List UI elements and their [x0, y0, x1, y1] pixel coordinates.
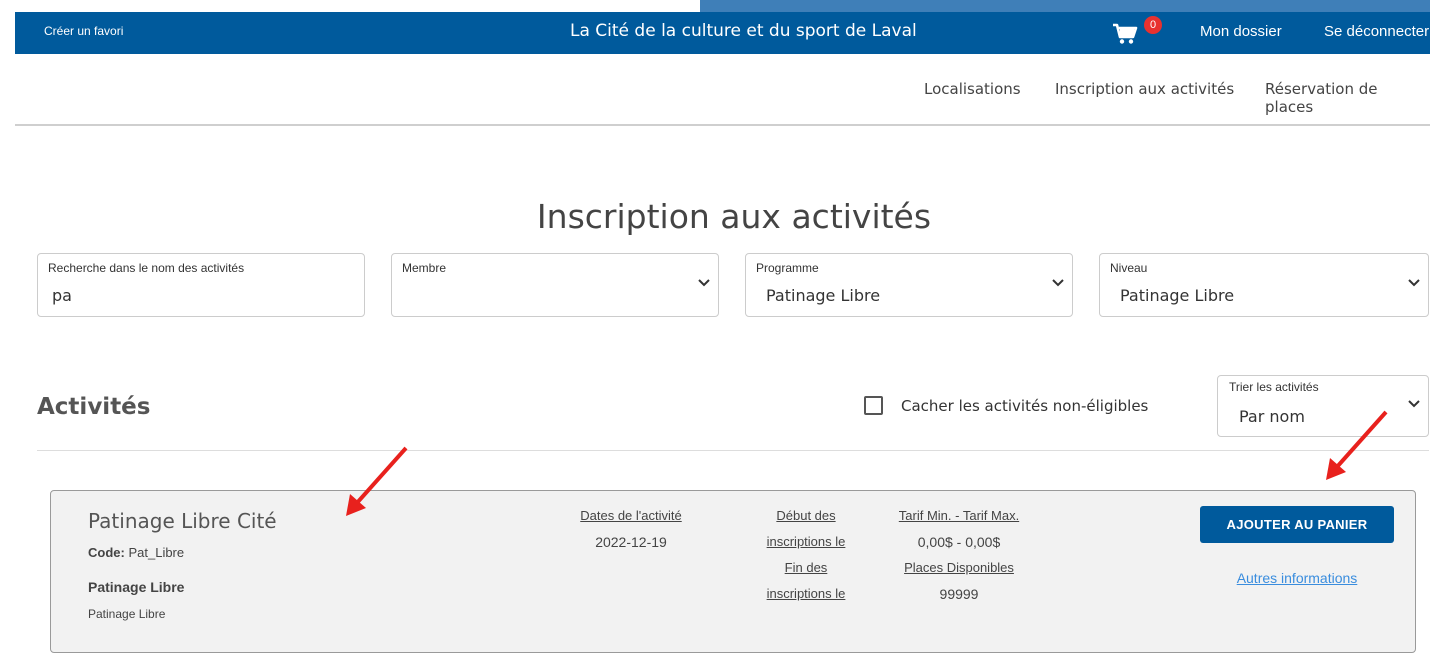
hide-ineligible-checkbox[interactable]: [864, 396, 883, 415]
registration-start-label-1: Début des: [776, 508, 836, 523]
level-select[interactable]: Niveau Patinage Libre: [1099, 253, 1429, 317]
sort-value: Par nom: [1239, 407, 1305, 426]
chevron-down-icon: [1052, 279, 1064, 287]
registration-start-label-2: inscriptions le: [766, 534, 846, 549]
registration-end-label-2: inscriptions le: [766, 586, 846, 601]
nav-item-locations[interactable]: Localisations: [924, 80, 1021, 98]
cart-icon: [1113, 23, 1138, 44]
registration-period-column: Début des inscriptions le Fin des inscri…: [741, 503, 871, 607]
price-column: Tarif Min. - Tarif Max. 0,00$ - 0,00$ Pl…: [879, 503, 1039, 607]
sort-select[interactable]: Trier les activités Par nom: [1217, 375, 1429, 437]
activity-code-label: Code:: [88, 545, 125, 560]
cart-count-badge: 0: [1144, 16, 1162, 34]
nav-item-activity-registration[interactable]: Inscription aux activités: [1055, 80, 1234, 98]
program-value: Patinage Libre: [766, 286, 881, 305]
price-value: 0,00$ - 0,00$: [917, 534, 1001, 550]
activity-dates-column: Dates de l'activité 2022-12-19: [551, 503, 711, 555]
activity-level: Patinage Libre: [88, 607, 166, 621]
member-label: Membre: [402, 261, 447, 275]
create-favorite-link[interactable]: Créer un favori: [44, 24, 123, 38]
more-info-link[interactable]: Autres informations: [1200, 570, 1394, 586]
program-select[interactable]: Programme Patinage Libre: [745, 253, 1073, 317]
top-bar: Créer un favori La Cité de la culture et…: [15, 12, 1430, 54]
activities-divider: [37, 450, 1429, 451]
chevron-down-icon: [1408, 279, 1420, 287]
price-label: Tarif Min. - Tarif Max.: [898, 508, 1020, 523]
search-input[interactable]: Recherche dans le nom des activités pa: [37, 253, 365, 317]
sort-label: Trier les activités: [1229, 380, 1319, 394]
places-value: 99999: [939, 586, 979, 602]
search-value[interactable]: pa: [52, 286, 72, 305]
activity-program: Patinage Libre: [88, 579, 185, 595]
add-to-cart-button[interactable]: AJOUTER AU PANIER: [1200, 506, 1394, 543]
page-title: Inscription aux activités: [536, 197, 932, 236]
program-label: Programme: [756, 261, 819, 275]
my-file-link[interactable]: Mon dossier: [1200, 23, 1282, 40]
header-divider: [15, 124, 1430, 126]
chevron-down-icon: [1408, 400, 1420, 408]
activity-dates-value: 2022-12-19: [595, 534, 667, 550]
member-select[interactable]: Membre: [391, 253, 719, 317]
site-title: La Cité de la culture et du sport de Lav…: [570, 21, 917, 41]
level-value: Patinage Libre: [1120, 286, 1235, 305]
hide-ineligible-label[interactable]: Cacher les activités non-éligibles: [901, 397, 1148, 415]
top-accent-strip: [700, 0, 1430, 12]
activity-name: Patinage Libre Cité: [88, 509, 277, 533]
activity-card: Patinage Libre Cité Code: Pat_Libre Pati…: [50, 490, 1416, 653]
activity-code: Code: Pat_Libre: [88, 545, 184, 560]
chevron-down-icon: [698, 279, 710, 287]
activities-heading: Activités: [37, 394, 151, 420]
search-label: Recherche dans le nom des activités: [48, 261, 245, 275]
logout-link[interactable]: Se déconnecter: [1324, 23, 1429, 40]
level-label: Niveau: [1110, 261, 1148, 275]
nav-item-seat-reservation[interactable]: Réservation de places: [1265, 80, 1430, 116]
registration-end-label-1: Fin des: [784, 560, 828, 575]
activity-code-value: Pat_Libre: [128, 545, 185, 560]
places-label: Places Disponibles: [904, 560, 1014, 575]
activity-dates-label: Dates de l'activité: [580, 508, 682, 523]
